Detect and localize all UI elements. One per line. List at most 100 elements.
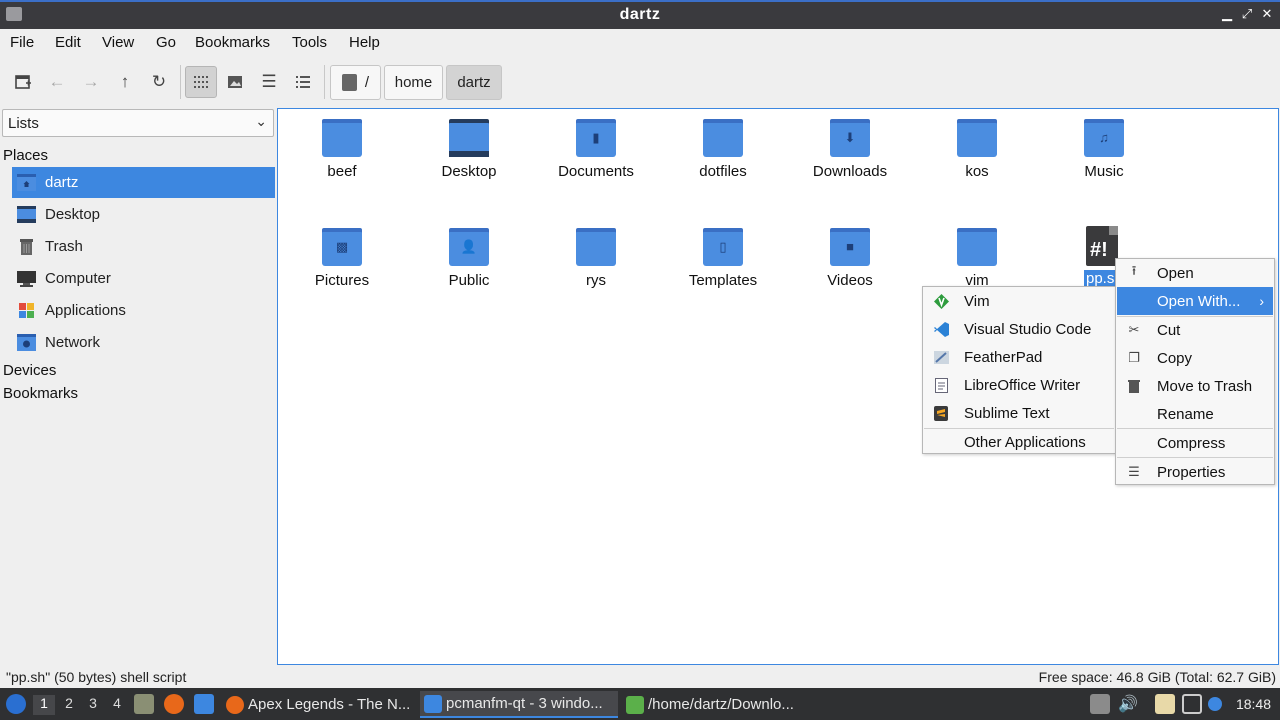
file-name: Pictures xyxy=(314,272,370,289)
detailed-view-button[interactable] xyxy=(287,66,319,98)
menu-bookmarks[interactable]: Bookmarks xyxy=(195,34,270,51)
menu-move-to-trash[interactable]: Move to Trash xyxy=(1117,372,1273,400)
folder-item[interactable]: 👤 Public xyxy=(409,220,529,320)
breadcrumb-home[interactable]: home xyxy=(384,65,443,100)
applications-icon xyxy=(17,302,36,319)
task-pcmanfm[interactable]: pcmanfm-qt - 3 windo... xyxy=(420,691,618,718)
sidebar-item-desktop[interactable]: Desktop xyxy=(12,199,275,230)
menu-item-label: Visual Studio Code xyxy=(964,320,1092,338)
menu-view[interactable]: View xyxy=(102,34,134,51)
workspace-3[interactable]: 3 xyxy=(82,695,104,715)
arrow-right-icon: → xyxy=(82,72,100,91)
eject-icon[interactable] xyxy=(1090,694,1110,714)
breadcrumb-dartz[interactable]: dartz xyxy=(446,65,502,100)
menu-open-with[interactable]: Open With... › xyxy=(1117,287,1273,315)
toolbar-divider xyxy=(324,65,325,99)
title-bar: dartz ▁ ⤢ ✕ xyxy=(0,0,1280,29)
properties-icon: ☰ xyxy=(1128,464,1140,479)
volume-icon[interactable]: 🔊 xyxy=(1118,694,1138,714)
window-title: dartz xyxy=(619,6,661,23)
videos-folder-icon: ■ xyxy=(830,228,870,266)
workspace-1[interactable]: 1 xyxy=(33,695,55,715)
firefox-launcher-icon[interactable] xyxy=(164,694,184,714)
folder-item[interactable]: ♫ Music xyxy=(1044,111,1164,211)
menu-bar: File Edit View Go Bookmarks Tools Help xyxy=(0,29,1280,57)
update-notifier-icon[interactable] xyxy=(1208,697,1222,711)
folder-item[interactable]: rys xyxy=(536,220,656,320)
menu-compress[interactable]: Compress xyxy=(1117,429,1273,457)
menu-properties[interactable]: ☰ Properties xyxy=(1117,458,1273,486)
folder-item[interactable]: ⬇ Downloads xyxy=(790,111,910,211)
sidebar-item-applications[interactable]: Applications xyxy=(12,295,275,326)
breadcrumb-root-label: / xyxy=(364,74,370,91)
sidebar-item-computer[interactable]: Computer xyxy=(12,263,275,294)
places-heading[interactable]: Places xyxy=(3,147,48,164)
chevron-right-icon: › xyxy=(1259,293,1264,309)
menu-file[interactable]: File xyxy=(10,34,34,51)
menu-edit[interactable]: Edit xyxy=(55,34,81,51)
menu-help[interactable]: Help xyxy=(349,34,380,51)
devices-heading[interactable]: Devices xyxy=(3,362,56,379)
menu-cut[interactable]: ✂ Cut xyxy=(1117,316,1273,344)
blank-icon xyxy=(933,434,949,450)
open-with-other-applications[interactable]: Other Applications xyxy=(924,428,1114,456)
maximize-icon[interactable]: ⤢ xyxy=(1239,6,1255,22)
bookmarks-heading[interactable]: Bookmarks xyxy=(3,385,78,402)
task-archive[interactable]: /home/dartz/Downlo... xyxy=(622,691,816,718)
folder-item[interactable]: ▩ Pictures xyxy=(282,220,402,320)
minimize-icon[interactable]: ▁ xyxy=(1219,6,1235,22)
open-with-vscode[interactable]: Visual Studio Code xyxy=(924,315,1114,343)
folder-item[interactable]: Desktop xyxy=(409,111,529,211)
downloads-folder-icon: ⬇ xyxy=(830,119,870,157)
grid-view-icon xyxy=(194,76,208,88)
file-name: rys xyxy=(586,272,606,289)
folder-item[interactable]: dotfiles xyxy=(663,111,783,211)
reload-button[interactable]: ↻ xyxy=(143,66,175,98)
sidebar-mode-select[interactable]: Lists ⌄ xyxy=(2,109,274,137)
task-firefox[interactable]: Apex Legends - The N... xyxy=(222,691,416,718)
file-name: Videos xyxy=(827,272,873,289)
menu-open[interactable]: ⭱ Open xyxy=(1117,259,1273,287)
workspace-4[interactable]: 4 xyxy=(106,695,128,715)
sidebar-item-dartz[interactable]: dartz xyxy=(12,167,275,198)
menu-tools[interactable]: Tools xyxy=(292,34,327,51)
archive-icon xyxy=(626,695,644,714)
sidebar-item-network[interactable]: Network xyxy=(12,327,275,358)
forward-button[interactable]: → xyxy=(75,66,107,98)
folder-item[interactable]: ■ Videos xyxy=(790,220,910,320)
documents-folder-icon: ▮ xyxy=(576,119,616,157)
open-with-libreoffice-writer[interactable]: LibreOffice Writer xyxy=(924,371,1114,399)
display-icon[interactable] xyxy=(1182,694,1202,714)
menu-rename[interactable]: Rename xyxy=(1117,400,1273,428)
file-name: Downloads xyxy=(812,163,888,180)
workspace-2[interactable]: 2 xyxy=(58,695,80,715)
open-with-featherpad[interactable]: FeatherPad xyxy=(924,343,1114,371)
start-menu-icon[interactable] xyxy=(6,694,26,714)
menu-item-label: Other Applications xyxy=(964,433,1086,451)
folder-icon xyxy=(576,228,616,266)
back-button[interactable]: ← xyxy=(41,66,73,98)
up-button[interactable]: ↑ xyxy=(109,66,141,98)
pictures-folder-icon: ▩ xyxy=(322,228,362,266)
sidebar-item-trash[interactable]: Trash xyxy=(12,231,275,262)
breadcrumb-root[interactable]: / xyxy=(330,65,381,100)
close-icon[interactable]: ✕ xyxy=(1259,6,1275,22)
open-with-sublime-text[interactable]: Sublime Text xyxy=(924,399,1114,427)
folder-item[interactable]: ▮ Documents xyxy=(536,111,656,211)
folder-item[interactable]: kos xyxy=(917,111,1037,211)
vscode-icon xyxy=(933,321,949,337)
folder-item[interactable]: ▯ Templates xyxy=(663,220,783,320)
clipboard-icon[interactable] xyxy=(1155,694,1175,714)
icon-view-button[interactable] xyxy=(185,66,217,98)
new-tab-button[interactable] xyxy=(7,66,39,98)
thumbnail-view-button[interactable] xyxy=(219,66,251,98)
open-with-vim[interactable]: Vim xyxy=(924,287,1114,315)
file-name: Music xyxy=(1084,163,1124,180)
clock[interactable]: 18:48 xyxy=(1236,696,1271,712)
menu-go[interactable]: Go xyxy=(156,34,176,51)
folder-item[interactable]: beef xyxy=(282,111,402,211)
desktop-launcher-icon[interactable] xyxy=(194,694,214,714)
menu-copy[interactable]: ❐ Copy xyxy=(1117,344,1273,372)
file-manager-launcher-icon[interactable] xyxy=(134,694,154,714)
compact-view-button[interactable]: ☰ xyxy=(253,66,285,98)
